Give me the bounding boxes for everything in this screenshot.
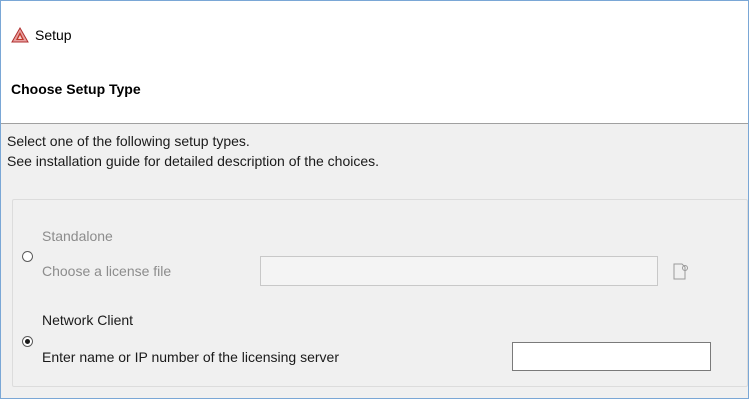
setup-logo-icon (11, 27, 29, 43)
standalone-label: Standalone (42, 228, 113, 244)
header-panel: Setup Choose Setup Type (1, 1, 748, 124)
network-client-radio[interactable] (22, 336, 33, 347)
intro-line-1: Select one of the following setup types. (7, 133, 250, 149)
window-title: Setup (35, 27, 72, 43)
server-address-label: Enter name or IP number of the licensing… (42, 349, 340, 365)
server-address-input[interactable] (512, 342, 711, 371)
title-row: Setup (11, 25, 72, 45)
page-title: Choose Setup Type (11, 81, 141, 97)
intro-text: Select one of the following setup types.… (7, 131, 379, 171)
setup-window: Setup Choose Setup Type Select one of th… (0, 0, 749, 399)
network-client-label: Network Client (42, 312, 134, 328)
license-file-input[interactable] (260, 256, 658, 286)
browse-file-icon[interactable] (671, 262, 691, 282)
license-file-label: Choose a license file (42, 263, 172, 279)
intro-line-2: See installation guide for detailed desc… (7, 153, 380, 169)
standalone-radio[interactable] (22, 251, 33, 262)
